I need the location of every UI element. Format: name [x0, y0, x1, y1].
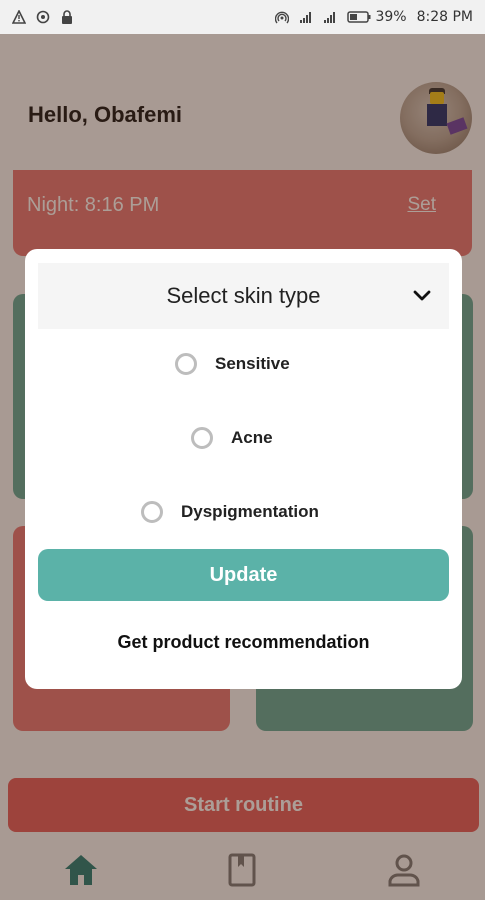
- radio-button[interactable]: [141, 501, 163, 523]
- clock: 8:28 PM: [416, 9, 473, 25]
- option-label: Dyspigmentation: [181, 502, 319, 521]
- signal-4g-icon: [300, 12, 312, 23]
- lock-icon: [62, 10, 72, 24]
- update-button[interactable]: Update: [38, 549, 449, 601]
- option-acne[interactable]: Acne: [191, 427, 273, 449]
- option-label: Sensitive: [215, 354, 290, 373]
- target-icon: [36, 10, 50, 24]
- status-right: 39% 8:28 PM: [275, 9, 473, 25]
- option-label: Acne: [231, 428, 273, 447]
- signal-icon: [324, 12, 336, 23]
- option-sensitive[interactable]: Sensitive: [175, 353, 290, 375]
- status-left-icons: [12, 10, 74, 24]
- battery-group: 39%: [347, 9, 407, 25]
- status-bar: 39% 8:28 PM: [0, 0, 485, 34]
- battery-icon: [347, 11, 371, 23]
- chevron-down-icon: [413, 290, 431, 301]
- get-recommendation-link[interactable]: Get product recommendation: [25, 632, 462, 653]
- warning-icon: [12, 10, 26, 24]
- skin-type-dialog: Select skin type Sensitive Acne Dyspigme…: [25, 249, 462, 689]
- radio-button[interactable]: [191, 427, 213, 449]
- hotspot-icon: [275, 11, 290, 24]
- battery-percent: 39%: [375, 9, 407, 25]
- skin-type-select[interactable]: Select skin type: [38, 263, 449, 329]
- radio-button[interactable]: [175, 353, 197, 375]
- select-label: Select skin type: [166, 283, 321, 308]
- option-dyspigmentation[interactable]: Dyspigmentation: [141, 501, 319, 523]
